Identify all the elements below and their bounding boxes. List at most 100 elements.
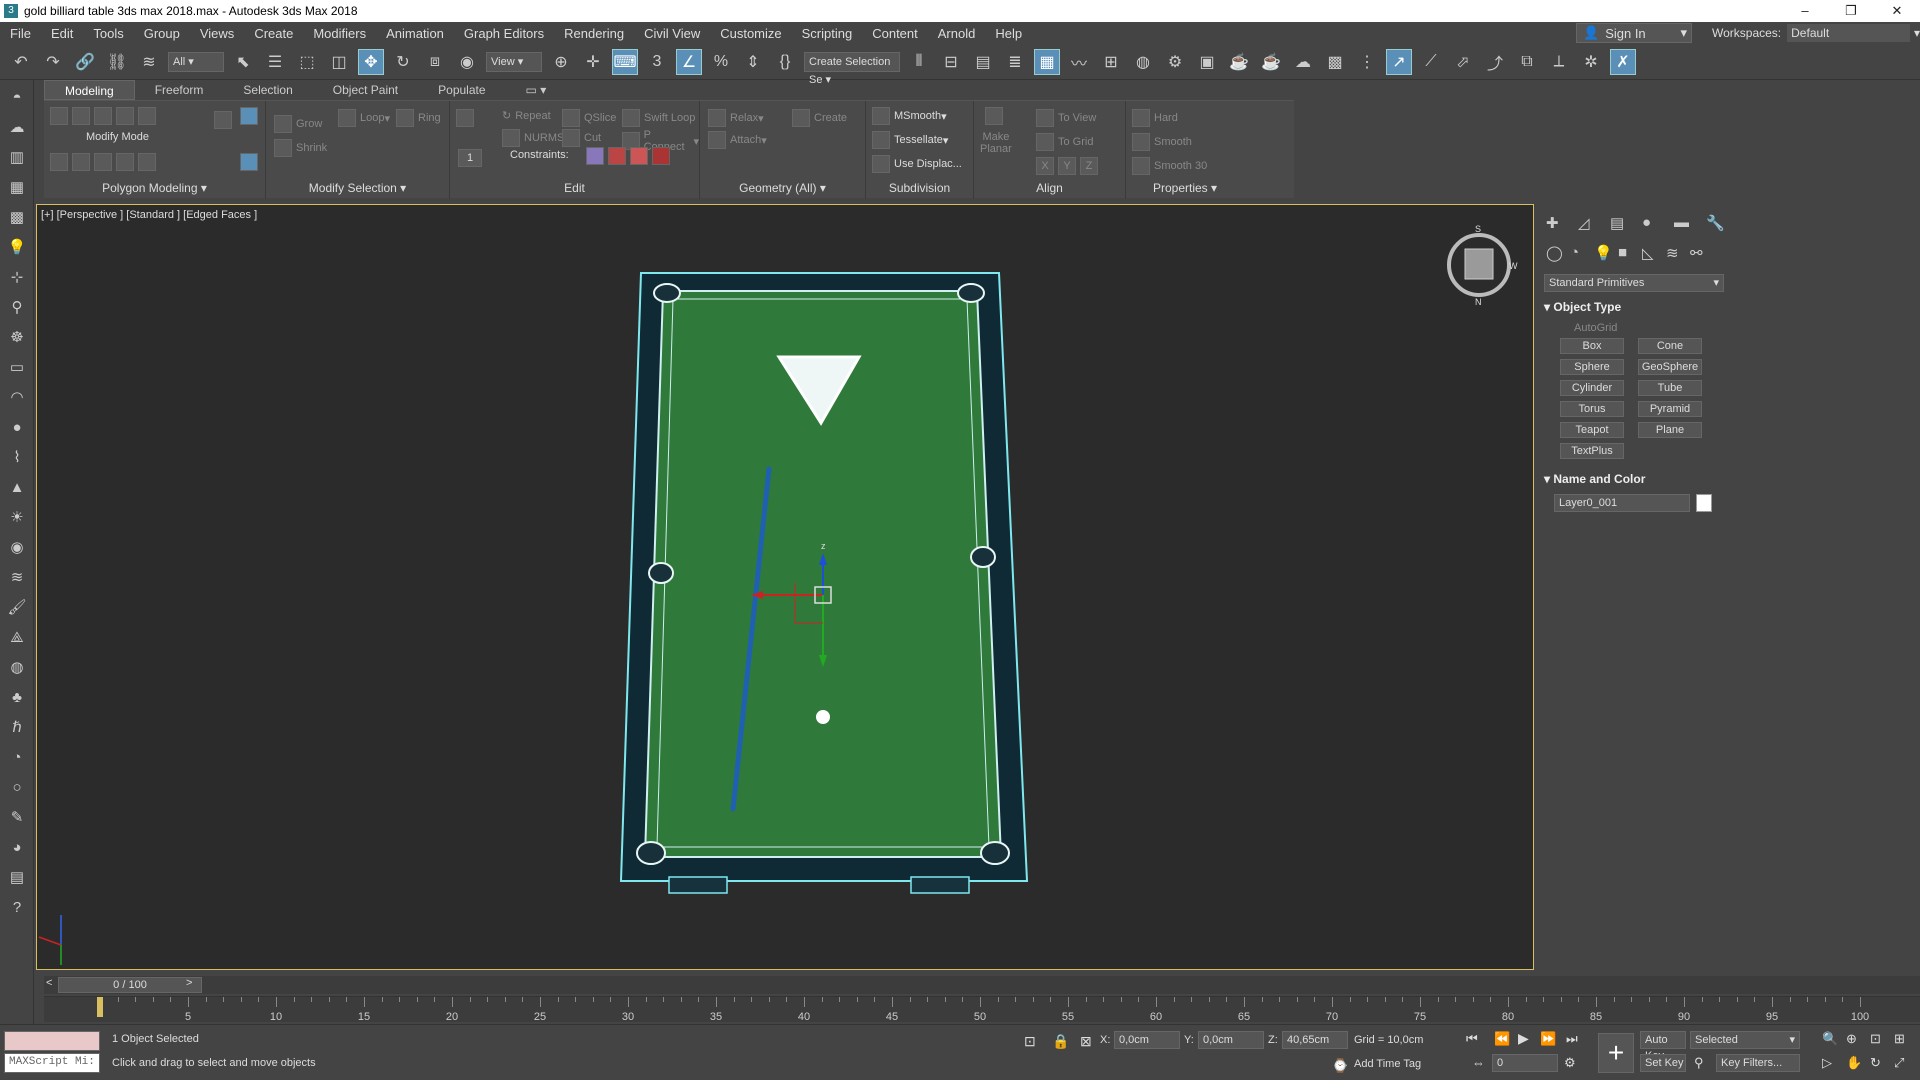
select-move-icon[interactable]: ✥ [358,48,384,75]
window-crossing-icon[interactable]: ◫ [326,49,352,75]
menu-group[interactable]: Group [134,26,190,41]
smooth-button[interactable]: Smooth [1132,133,1192,151]
make-planar-button[interactable]: Make Planar [980,107,1012,155]
subobject-buttons[interactable] [50,107,160,125]
sign-in-dropdown[interactable]: 👤 Sign In ▾ [1576,23,1692,43]
box-button[interactable]: Box [1560,338,1624,354]
layer-explorer-icon[interactable]: ≣ [1002,49,1028,75]
y-coordinate-field[interactable]: 0,0cm [1198,1031,1264,1049]
current-frame-marker[interactable] [97,997,103,1017]
render-in-cloud-icon[interactable]: ☁ [1290,49,1316,75]
tangent-snap-icon[interactable]: ✲ [1578,49,1604,75]
menu-animation[interactable]: Animation [376,26,454,41]
paint-icon[interactable]: 🖌 [5,596,29,620]
object-color-swatch[interactable] [1696,494,1712,512]
isolate-selection-icon[interactable]: ⊡ [1024,1033,1036,1050]
select-manipulate-icon[interactable]: ✛ [580,49,606,75]
cylinder-button[interactable]: Cylinder [1560,380,1624,396]
plane-icon[interactable]: ▭ [5,356,29,380]
tree-icon[interactable]: ♣ [5,686,29,710]
select-scale-icon[interactable]: ⧈ [422,49,448,75]
spring-icon[interactable]: ⌇ [5,446,29,470]
menu-graph-editors[interactable]: Graph Editors [454,26,554,41]
systems-icon[interactable]: ☸ [5,326,29,350]
ball-icon[interactable]: ○ [5,776,29,800]
zoom-icon[interactable]: 🔍 [1822,1031,1838,1047]
time-slider-thumb[interactable]: 0 / 100 [58,977,202,993]
object-name-field[interactable]: Layer0_001 [1554,494,1690,512]
render-iterative-icon[interactable]: ☕ [1258,49,1284,75]
render-setup-icon[interactable]: ⚙ [1162,49,1188,75]
create-tab-icon[interactable]: ✚ [1546,214,1559,232]
cut-button[interactable]: Cut [562,129,601,147]
group-label-polygon-modeling[interactable]: Polygon Modeling ▾ [44,181,265,195]
preserve-uv-icon[interactable] [214,111,236,129]
tab-selection[interactable]: Selection [223,80,312,100]
set-key-button[interactable]: Set Key [1640,1054,1686,1072]
align-icon[interactable]: ⊟ [938,49,964,75]
spacewarp-icon[interactable]: ⚲ [5,296,29,320]
grow-button[interactable]: Grow [274,115,322,133]
earth-icon[interactable]: ◕ [5,836,29,860]
time-next-button[interactable]: > [186,977,192,989]
edit-named-selections-icon[interactable]: {} [772,49,798,75]
systems-category-icon[interactable]: ⚯ [1690,244,1703,262]
perpendicular-snap-icon[interactable]: ⟂ [1546,49,1572,75]
selection-lock-icon[interactable]: 🔒 [1052,1033,1069,1050]
nurms-button[interactable]: NURMS [502,129,564,147]
orbit-icon[interactable]: ↻ [1870,1055,1881,1071]
perspective-viewport[interactable]: [+] [Perspective ] [Standard ] [Edged Fa… [36,204,1534,970]
unlink-icon[interactable]: ⛓ [104,49,130,75]
go-to-end-icon[interactable]: ⏭ [1566,1031,1578,1047]
relax-button[interactable]: Relax ▾ [708,109,764,127]
tube-button[interactable]: Tube [1638,380,1702,396]
workspace-value[interactable]: Default [1787,24,1910,42]
qslice-button[interactable]: QSlice [562,109,616,127]
display-tab-icon[interactable]: ▬ [1674,214,1689,231]
scene-explorer-icon[interactable]: ▤ [970,49,996,75]
ignore-backfacing-icon[interactable] [240,153,262,171]
help-icon[interactable]: ? [5,896,29,920]
plane-button[interactable]: Plane [1638,422,1702,438]
polygon-tools-row[interactable] [50,153,160,171]
hard-button[interactable]: Hard [1132,109,1178,127]
menu-edit[interactable]: Edit [41,26,83,41]
pivot-center-icon[interactable]: ⊕ [548,49,574,75]
selection-filter-dropdown[interactable]: All ▾ [168,51,224,72]
object-type-rollout[interactable]: ▾ Object Type [1544,300,1724,314]
tessellate-button[interactable]: Tessellate ▾ [872,131,948,149]
minimize-button[interactable]: – [1782,0,1828,22]
select-rotate-icon[interactable]: ↻ [390,49,416,75]
group-label-geometry[interactable]: Geometry (All) ▾ [700,181,865,195]
textplus-button[interactable]: TextPlus [1560,443,1624,459]
torus-button[interactable]: Torus [1560,401,1624,417]
hair-icon[interactable]: ≋ [5,566,29,590]
bind-spacewarp-icon[interactable]: ≋ [136,49,162,75]
pyramid-button[interactable]: Pyramid [1638,401,1702,417]
ribbon-options-icon[interactable]: ▭ ▾ [506,80,567,100]
align-xyz-buttons[interactable]: XYZ [1036,157,1102,175]
spacewarps-category-icon[interactable]: ≋ [1666,244,1679,262]
maxscript-listener[interactable]: MAXScript Mi: [4,1053,100,1073]
hf-icon[interactable]: ℏ [5,716,29,740]
menu-views[interactable]: Views [190,26,244,41]
menu-modifiers[interactable]: Modifiers [303,26,376,41]
menu-file[interactable]: File [0,26,41,41]
rect-selection-icon[interactable]: ⬚ [294,49,320,75]
cone-icon[interactable]: ▲ [5,476,29,500]
key-mode-icon[interactable]: ⇔ [1472,1055,1485,1070]
link-icon[interactable]: 🔗 [72,49,98,75]
brush-icon[interactable]: ✎ [5,806,29,830]
menu-tools[interactable]: Tools [83,26,133,41]
tab-populate[interactable]: Populate [418,80,505,100]
bounding-snap-icon[interactable]: ⧉ [1514,49,1540,75]
create-button[interactable]: Create [792,109,847,127]
smooth-30-button[interactable]: Smooth 30 [1132,157,1207,175]
to-grid-button[interactable]: To Grid [1036,133,1093,151]
edit-value-spinner[interactable]: 1 [458,149,486,167]
msmooth-button[interactable]: MSmooth ▾ [872,107,947,125]
use-displace-button[interactable]: Use Displac... [872,155,962,173]
tab-freeform[interactable]: Freeform [135,80,224,100]
loop-button[interactable]: Loop ▾ [338,109,390,127]
sphere-button[interactable]: Sphere [1560,359,1624,375]
